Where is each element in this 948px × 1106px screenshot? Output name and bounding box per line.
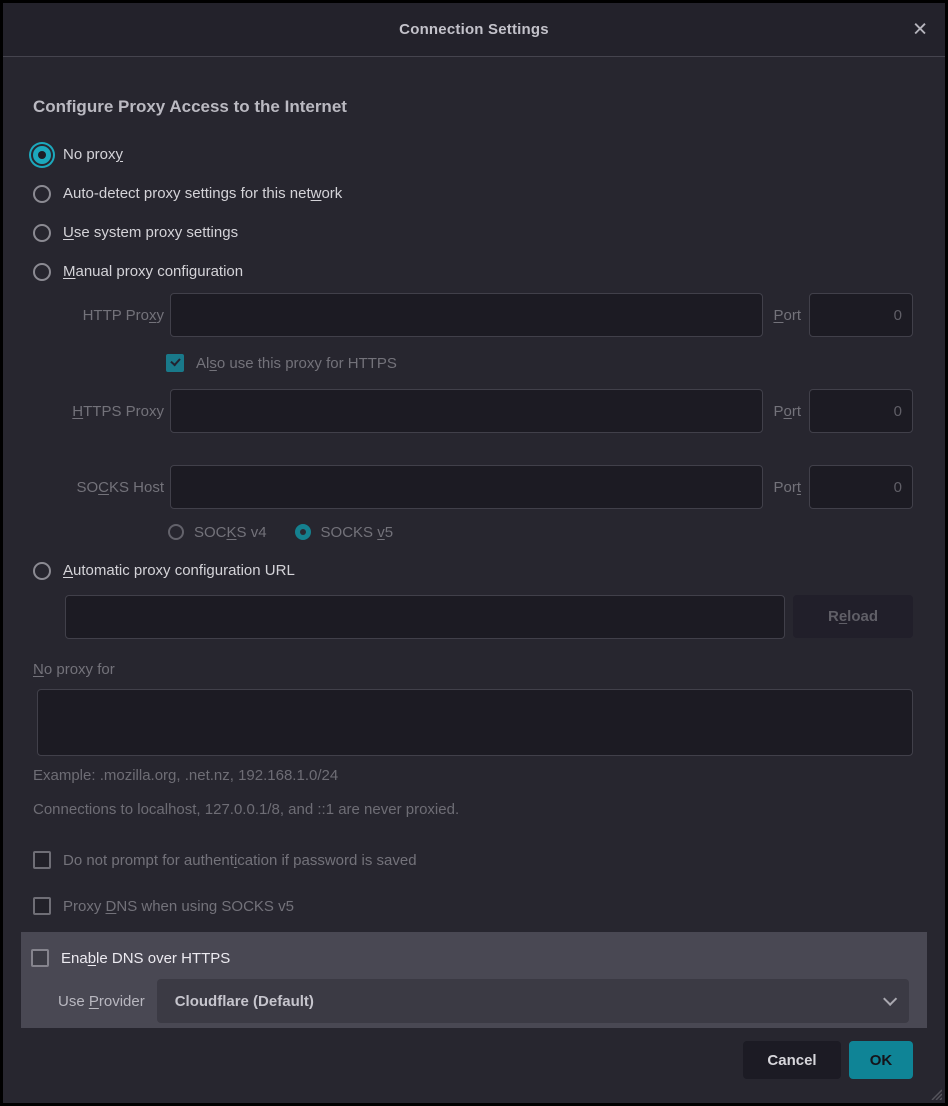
enable-doh-checkbox-row[interactable]: Enable DNS over HTTPS xyxy=(21,940,927,976)
socks-version-row: SOCKS v4 SOCKS v5 xyxy=(168,516,913,548)
no-proxy-example-text: Example: .mozilla.org, .net.nz, 192.168.… xyxy=(33,767,915,787)
proxy-dns-checkbox-row: Proxy DNS when using SOCKS v5 xyxy=(33,888,915,924)
cancel-button[interactable]: Cancel xyxy=(743,1041,841,1079)
radio-manual-proxy[interactable] xyxy=(33,263,51,281)
dialog-footer: Cancel OK xyxy=(3,1030,945,1103)
socks-port-input xyxy=(809,465,913,509)
share-proxy-label: Also use this proxy for HTTPS xyxy=(196,355,397,372)
no-prompt-auth-checkbox xyxy=(33,851,51,869)
localhost-note-text: Connections to localhost, 127.0.0.1/8, a… xyxy=(33,801,915,821)
socks-host-label: SOCKS Host xyxy=(33,479,164,496)
radio-system-proxy-label: Use system proxy settings xyxy=(63,224,238,241)
doh-provider-value: Cloudflare (Default) xyxy=(175,993,883,1010)
dialog-title: Connection Settings xyxy=(399,21,549,38)
http-port-label: Port xyxy=(773,307,801,324)
socks-port-label: Port xyxy=(773,479,801,496)
reload-button: Reload xyxy=(793,595,913,638)
socks-v4-option: SOCKS v4 xyxy=(168,524,267,541)
auto-url-input-row: Reload xyxy=(65,595,913,638)
ok-button[interactable]: OK xyxy=(849,1041,913,1079)
dns-over-https-section: Enable DNS over HTTPS Use Provider Cloud… xyxy=(21,932,927,1028)
chevron-down-icon xyxy=(883,992,897,1006)
radio-socks-v5-label: SOCKS v5 xyxy=(321,524,394,541)
no-prompt-auth-label: Do not prompt for authentication if pass… xyxy=(63,852,417,869)
https-port-input xyxy=(809,389,913,433)
radio-auto-detect-label: Auto-detect proxy settings for this netw… xyxy=(63,185,342,202)
enable-doh-label: Enable DNS over HTTPS xyxy=(61,950,230,967)
enable-doh-checkbox[interactable] xyxy=(31,949,49,967)
dialog-body: Configure Proxy Access to the Internet N… xyxy=(3,57,945,1028)
https-proxy-row: HTTPS Proxy Port xyxy=(33,389,913,433)
share-proxy-checkbox xyxy=(166,354,184,372)
https-proxy-input xyxy=(170,389,763,433)
socks-host-row: SOCKS Host Port xyxy=(33,465,913,509)
share-proxy-checkbox-row: Also use this proxy for HTTPS xyxy=(166,345,913,381)
http-port-input xyxy=(809,293,913,337)
radio-row-auto-detect[interactable]: Auto-detect proxy settings for this netw… xyxy=(33,174,915,213)
radio-row-system-proxy[interactable]: Use system proxy settings xyxy=(33,213,915,252)
http-proxy-row: HTTP Proxy Port xyxy=(33,293,913,337)
socks-host-input xyxy=(170,465,763,509)
radio-no-proxy[interactable] xyxy=(33,146,51,164)
proxy-dns-label: Proxy DNS when using SOCKS v5 xyxy=(63,898,294,915)
radio-auto-url-label: Automatic proxy configuration URL xyxy=(63,562,295,579)
page-title: Configure Proxy Access to the Internet xyxy=(33,97,915,117)
close-icon[interactable]: ✕ xyxy=(912,20,928,39)
radio-auto-detect[interactable] xyxy=(33,185,51,203)
radio-socks-v4 xyxy=(168,524,184,540)
radio-socks-v5 xyxy=(295,524,311,540)
doh-provider-dropdown[interactable]: Cloudflare (Default) xyxy=(157,979,909,1023)
use-provider-label: Use Provider xyxy=(58,993,145,1010)
checkmark-icon xyxy=(170,356,180,367)
http-proxy-label: HTTP Proxy xyxy=(33,307,164,324)
doh-provider-row: Use Provider Cloudflare (Default) xyxy=(21,979,927,1023)
radio-no-proxy-label: No proxy xyxy=(63,146,123,163)
https-port-label: Port xyxy=(773,403,801,420)
no-proxy-for-label: No proxy for xyxy=(33,659,915,679)
https-proxy-label: HTTPS Proxy xyxy=(33,403,164,420)
connection-settings-dialog: Connection Settings ✕ Configure Proxy Ac… xyxy=(0,0,948,1106)
radio-system-proxy[interactable] xyxy=(33,224,51,242)
resize-grip-icon[interactable] xyxy=(928,1086,942,1100)
no-proxy-for-textarea[interactable] xyxy=(37,689,913,756)
no-prompt-auth-checkbox-row: Do not prompt for authentication if pass… xyxy=(33,842,915,878)
radio-row-auto-url[interactable]: Automatic proxy configuration URL xyxy=(33,551,915,590)
titlebar: Connection Settings ✕ xyxy=(3,3,945,57)
http-proxy-input xyxy=(170,293,763,337)
proxy-dns-checkbox xyxy=(33,897,51,915)
radio-auto-url[interactable] xyxy=(33,562,51,580)
radio-manual-proxy-label: Manual proxy configuration xyxy=(63,263,243,280)
radio-socks-v4-label: SOCKS v4 xyxy=(194,524,267,541)
socks-v5-option: SOCKS v5 xyxy=(295,524,394,541)
radio-row-manual-proxy[interactable]: Manual proxy configuration xyxy=(33,252,915,291)
radio-row-no-proxy[interactable]: No proxy xyxy=(33,135,915,174)
auto-url-input xyxy=(65,595,785,639)
